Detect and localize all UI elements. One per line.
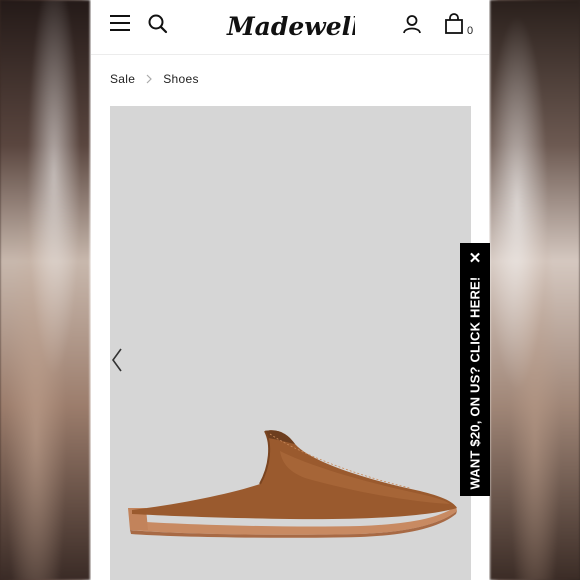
breadcrumb: Sale Shoes (110, 72, 199, 86)
breadcrumb-sale[interactable]: Sale (110, 72, 135, 86)
logo-text: Madewell (226, 12, 355, 41)
mobile-page: Madewell 0 Sale Shoes (91, 0, 489, 580)
hamburger-menu-icon[interactable] (110, 14, 130, 32)
blurred-background-left (0, 0, 90, 580)
close-icon[interactable]: ✕ (460, 249, 490, 267)
account-user-icon[interactable] (402, 14, 422, 34)
chevron-left-icon[interactable] (110, 346, 124, 374)
chevron-right-icon (146, 74, 153, 84)
promo-tab[interactable]: ✕ WANT $20, ON US? CLICK HERE! (460, 243, 490, 496)
blurred-background-right (490, 0, 580, 580)
shopping-bag-icon[interactable] (444, 13, 464, 35)
leather-mule-shoe (128, 430, 457, 538)
search-icon[interactable] (148, 14, 168, 34)
bag-count-badge: 0 (467, 25, 474, 37)
product-image[interactable] (110, 106, 471, 580)
promo-text[interactable]: WANT $20, ON US? CLICK HERE! (468, 277, 483, 490)
site-header: Madewell 0 (91, 0, 489, 55)
breadcrumb-shoes[interactable]: Shoes (163, 72, 199, 86)
brand-logo[interactable]: Madewell (225, 8, 355, 44)
